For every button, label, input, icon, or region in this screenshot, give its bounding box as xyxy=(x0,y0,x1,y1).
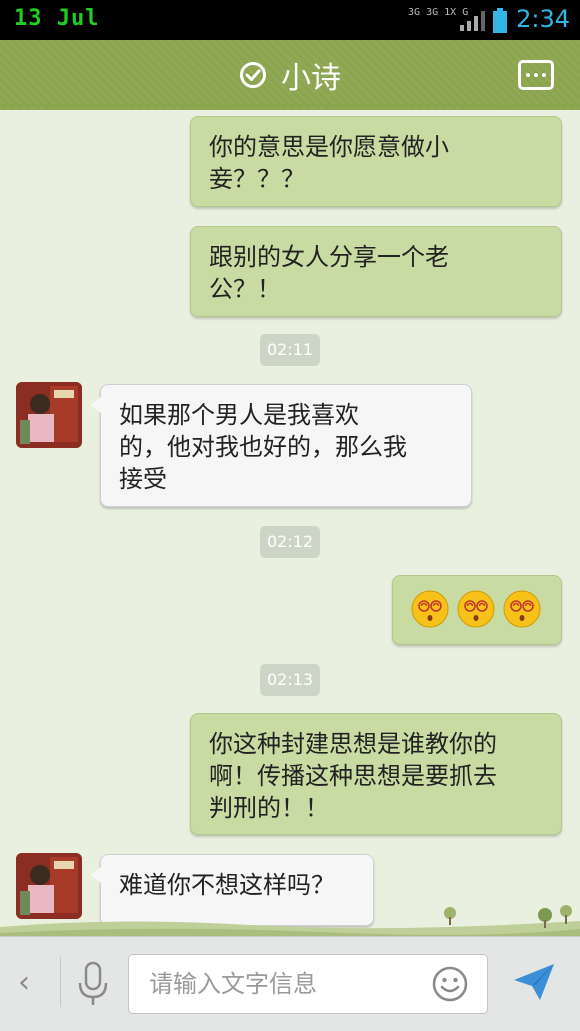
network-label-1: 3G xyxy=(408,7,421,18)
input-bar: ‹ 请输入文字信息 xyxy=(0,936,580,1031)
send-icon[interactable] xyxy=(512,962,556,1002)
check-circle-icon xyxy=(240,62,266,88)
message-text-line: 的，他对我也好的，那么我 xyxy=(119,433,407,461)
message-text-line: 你这种封建思想是谁教你的 xyxy=(209,730,497,758)
message-outgoing[interactable]: 你的意思是你愿意做小 妾？？？ xyxy=(190,116,562,207)
status-time: 2:34 xyxy=(516,5,570,33)
dizzy-face-emoji xyxy=(503,590,541,628)
message-text-line: 妾？？？ xyxy=(209,165,305,193)
signal-bars-icon xyxy=(460,11,485,31)
status-date: 13 Jul xyxy=(14,6,100,31)
status-bar: 13 Jul 3G 3G 1X G 2:34 xyxy=(0,0,580,40)
timestamp-divider: 02:12 xyxy=(260,526,320,558)
header-title-group: 小诗 xyxy=(0,40,580,110)
timestamp-divider: 02:11 xyxy=(260,334,320,366)
microphone-icon[interactable] xyxy=(76,961,110,1007)
message-text-line: 判刑的！！ xyxy=(209,794,329,822)
message-text-line: 难道你不想这样吗？ xyxy=(119,871,335,899)
message-text-line: 如果那个男人是我喜欢 xyxy=(119,401,359,429)
timestamp-divider: 02:13 xyxy=(260,664,320,696)
message-text-line: 接受 xyxy=(119,465,167,493)
message-outgoing-emoji[interactable] xyxy=(392,575,562,645)
message-text-line: 你的意思是你愿意做小 xyxy=(209,133,449,161)
message-outgoing[interactable]: 跟别的女人分享一个老 公？！ xyxy=(190,226,562,317)
message-text-line: 跟别的女人分享一个老 xyxy=(209,243,449,271)
more-menu-button[interactable] xyxy=(518,60,554,90)
message-incoming[interactable]: 如果那个男人是我喜欢 的，他对我也好的，那么我 接受 xyxy=(90,384,472,507)
contact-name[interactable]: 小诗 xyxy=(281,53,341,97)
smiley-icon[interactable] xyxy=(432,966,468,1002)
message-outgoing[interactable]: 你这种封建思想是谁教你的 啊！传播这种思想是要抓去 判刑的！！ xyxy=(190,713,562,835)
avatar-photo xyxy=(16,382,82,448)
message-text-line: 啊！传播这种思想是要抓去 xyxy=(209,762,497,790)
network-label-2: 3G 1X xyxy=(426,7,457,18)
dizzy-face-emoji xyxy=(457,590,495,628)
message-text-line: 公？！ xyxy=(209,275,281,303)
divider xyxy=(60,957,61,1007)
battery-icon xyxy=(493,8,507,33)
back-arrow-icon[interactable]: ‹ xyxy=(18,965,30,1000)
chat-message-list[interactable]: 你的意思是你愿意做小 妾？？？ 跟别的女人分享一个老 公？！ 02:11 如果那… xyxy=(0,110,580,936)
more-menu-icon xyxy=(526,73,530,77)
emoji-row xyxy=(411,590,543,628)
dizzy-face-emoji xyxy=(411,590,449,628)
contact-avatar[interactable] xyxy=(16,382,82,448)
background-scenery xyxy=(0,905,580,937)
